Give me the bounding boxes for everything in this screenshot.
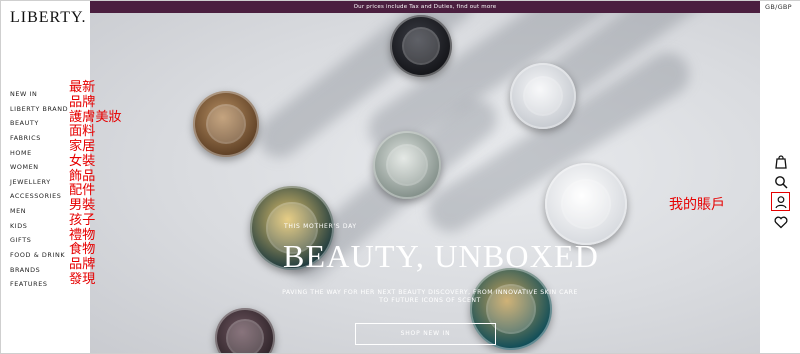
liberty-logo[interactable]: LIBERTY. — [10, 9, 87, 27]
annotation-food: 食物 — [69, 242, 96, 258]
nav-item-liberty-brand[interactable]: LIBERTY BRAND — [10, 102, 68, 117]
frosted-bottle — [545, 163, 627, 245]
plum-bottle — [215, 308, 275, 353]
tax-duties-banner[interactable]: Our prices include Tax and Duties, find … — [90, 1, 760, 13]
shopping-bag-icon[interactable] — [773, 154, 789, 170]
amber-bottle — [193, 91, 259, 157]
hero-kicker: THIS MOTHER'S DAY — [284, 223, 357, 230]
annotation-brands: 品牌 — [69, 257, 96, 272]
annotation-new: 最新 — [69, 80, 96, 95]
annotation-fabrics: 面料 — [69, 124, 96, 140]
hero-banner[interactable]: THIS MOTHER'S DAY BEAUTY, UNBOXED PAVING… — [90, 13, 760, 353]
nav-item-gifts[interactable]: GIFTS — [10, 233, 68, 248]
search-icon[interactable] — [773, 174, 789, 190]
heart-icon[interactable] — [773, 214, 789, 230]
green-bottle — [373, 131, 441, 199]
nav-translation-annotations: 最新 品牌 護膚美妝 面料 家居 女裝 飾品 配件 男裝 孩子 禮物 食物 品牌… — [69, 80, 122, 288]
hero-description: PAVING THE WAY FOR HER NEXT BEAUTY DISCO… — [282, 289, 578, 304]
account-highlight-box — [771, 192, 790, 211]
nav-item-jewellery[interactable]: JEWELLERY — [10, 175, 68, 190]
annotation-kids: 孩子 — [69, 212, 96, 228]
nav-item-accessories[interactable]: ACCESSORIES — [10, 189, 68, 204]
shop-new-in-button[interactable]: SHOP NEW IN — [355, 323, 496, 345]
annotation-features: 發現 — [69, 271, 96, 287]
nav-item-features[interactable]: FEATURES — [10, 277, 68, 292]
nav-item-brands[interactable]: BRANDS — [10, 263, 68, 278]
annotation-home: 家居 — [69, 139, 96, 154]
annotation-men: 男裝 — [69, 198, 96, 213]
nav-item-men[interactable]: MEN — [10, 204, 68, 219]
nav-item-fabrics[interactable]: FABRICS — [10, 131, 68, 146]
nav-item-home[interactable]: HOME — [10, 146, 68, 161]
nav-item-women[interactable]: WOMEN — [10, 160, 68, 175]
nav-item-food-drink[interactable]: FOOD & DRINK — [10, 248, 68, 263]
nav-item-kids[interactable]: KIDS — [10, 219, 68, 234]
dark-bottle — [390, 15, 452, 77]
nav-item-new-in[interactable]: NEW IN — [10, 87, 68, 102]
annotation-brand: 品牌 — [69, 94, 96, 110]
account-annotation: 我的賬戶 — [669, 197, 725, 213]
nav-item-beauty[interactable]: BEAUTY — [10, 116, 68, 131]
hero-title: BEAUTY, UNBOXED — [283, 238, 600, 274]
annotation-accessories: 配件 — [69, 183, 96, 199]
main-nav: NEW IN LIBERTY BRAND BEAUTY FABRICS HOME… — [10, 87, 68, 292]
clear-bottle — [510, 63, 576, 129]
annotation-women: 女裝 — [69, 153, 96, 169]
locale-selector[interactable]: GB/GBP — [765, 3, 792, 11]
